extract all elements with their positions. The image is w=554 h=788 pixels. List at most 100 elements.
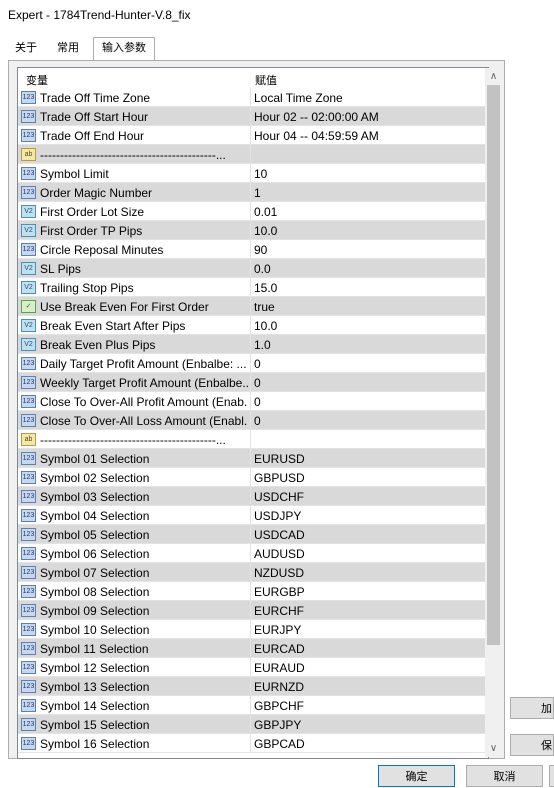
parameter-value[interactable]: EURAUD (254, 661, 305, 675)
tab-about[interactable]: 关于 (12, 39, 40, 58)
parameter-value[interactable]: true (254, 300, 275, 314)
parameter-row[interactable]: 123 Symbol 16 Selection GBPCAD (18, 734, 488, 753)
parameter-value[interactable]: GBPUSD (254, 471, 305, 485)
double-type-icon: V2 (21, 205, 36, 218)
number-type-icon: 123 (21, 414, 36, 427)
window-title: Expert - 1784Trend-Hunter-V.8_fix (8, 8, 191, 22)
parameter-value[interactable]: 0 (254, 395, 261, 409)
parameter-row[interactable]: 123 Circle Reposal Minutes 90 (18, 240, 488, 259)
parameter-name: Symbol 06 Selection (40, 547, 150, 561)
column-divider (250, 525, 251, 543)
parameter-row[interactable]: 123 Weekly Target Profit Amount (Enbalbe.… (18, 373, 488, 392)
parameter-value[interactable]: GBPCHF (254, 699, 304, 713)
parameter-value[interactable]: 10 (254, 167, 267, 181)
parameter-row[interactable]: 123 Symbol 09 Selection EURCHF (18, 601, 488, 620)
parameter-value[interactable]: 0.01 (254, 205, 277, 219)
load-button[interactable]: 加 (510, 697, 554, 719)
ok-button[interactable]: 确定 (378, 765, 455, 787)
parameter-row[interactable]: 123 Trade Off End Hour Hour 04 -- 04:59:59… (18, 126, 488, 145)
cancel-button[interactable]: 取消 (466, 765, 543, 787)
parameter-value[interactable]: Hour 04 -- 04:59:59 AM (254, 129, 379, 143)
parameter-row[interactable]: V2 Break Even Plus Pips 1.0 (18, 335, 488, 354)
parameter-value[interactable]: EURUSD (254, 452, 305, 466)
parameter-row[interactable]: V2 First Order TP Pips 10.0 (18, 221, 488, 240)
parameter-value[interactable]: 1.0 (254, 338, 271, 352)
column-header-value[interactable]: 赋值 (255, 72, 277, 88)
parameter-value[interactable]: GBPCAD (254, 737, 305, 751)
parameter-row[interactable]: ab --------------------------------------… (18, 145, 488, 164)
parameter-row[interactable]: 123 Symbol 04 Selection USDJPY (18, 506, 488, 525)
parameter-value[interactable]: USDCAD (254, 528, 305, 542)
parameter-row[interactable]: V2 First Order Lot Size 0.01 (18, 202, 488, 221)
parameter-name: First Order Lot Size (40, 205, 145, 219)
parameter-row[interactable]: 123 Daily Target Profit Amount (Enbalbe: … (18, 354, 488, 373)
parameter-value[interactable]: 0 (254, 357, 261, 371)
number-type-icon: 123 (21, 471, 36, 484)
parameter-row[interactable]: 123 Symbol 11 Selection EURCAD (18, 639, 488, 658)
help-button[interactable] (549, 765, 554, 787)
column-header-variable[interactable]: 变量 (26, 72, 48, 88)
parameter-row[interactable]: V2 Break Even Start After Pips 10.0 (18, 316, 488, 335)
parameter-value[interactable]: 90 (254, 243, 267, 257)
column-divider (250, 658, 251, 676)
column-divider (250, 126, 251, 144)
scroll-thumb[interactable] (487, 85, 500, 645)
parameter-value[interactable]: 0.0 (254, 262, 271, 276)
parameter-value[interactable]: 10.0 (254, 224, 277, 238)
parameter-value[interactable]: EURJPY (254, 623, 301, 637)
parameter-value[interactable]: 15.0 (254, 281, 277, 295)
parameter-value[interactable]: GBPJPY (254, 718, 301, 732)
parameter-row[interactable]: 123 Close To Over-All Loss Amount (Enabl.… (18, 411, 488, 430)
parameter-row[interactable]: V2 SL Pips 0.0 (18, 259, 488, 278)
tab-inputs[interactable]: 输入参数 (93, 37, 155, 60)
tab-common[interactable]: 常用 (48, 39, 88, 58)
parameter-value[interactable]: EURCHF (254, 604, 304, 618)
parameter-row[interactable]: 123 Symbol 15 Selection GBPJPY (18, 715, 488, 734)
column-divider (250, 734, 251, 752)
parameter-row[interactable]: 123 Close To Over-All Profit Amount (Enab… (18, 392, 488, 411)
parameter-name: Symbol 01 Selection (40, 452, 150, 466)
parameter-row[interactable]: 123 Symbol 10 Selection EURJPY (18, 620, 488, 639)
parameter-value[interactable]: EURGBP (254, 585, 305, 599)
save-button[interactable]: 保 (510, 734, 554, 756)
parameter-row[interactable]: 123 Symbol 14 Selection GBPCHF (18, 696, 488, 715)
parameter-row[interactable]: 123 Symbol 06 Selection AUDUSD (18, 544, 488, 563)
parameter-value[interactable]: 0 (254, 376, 261, 390)
parameter-value[interactable]: 10.0 (254, 319, 277, 333)
parameter-value[interactable]: USDJPY (254, 509, 301, 523)
column-divider (250, 544, 251, 562)
parameter-value[interactable]: USDCHF (254, 490, 304, 504)
scroll-down-icon[interactable]: ∨ (485, 740, 502, 757)
parameter-value[interactable]: NZDUSD (254, 566, 304, 580)
parameter-row[interactable]: 123 Order Magic Number 1 (18, 183, 488, 202)
grid-header: 变量 赋值 (18, 68, 488, 88)
parameter-row[interactable]: 123 Trade Off Time Zone Local Time Zone (18, 88, 488, 107)
scroll-up-icon[interactable]: ∧ (485, 68, 502, 85)
parameter-row[interactable]: 123 Symbol 03 Selection USDCHF (18, 487, 488, 506)
parameter-row[interactable]: 123 Trade Off Start Hour Hour 02 -- 02:00:… (18, 107, 488, 126)
parameter-value[interactable]: EURNZD (254, 680, 304, 694)
parameter-value[interactable]: Local Time Zone (254, 91, 343, 105)
parameter-value[interactable]: Hour 02 -- 02:00:00 AM (254, 110, 379, 124)
parameter-row[interactable]: 123 Symbol 12 Selection EURAUD (18, 658, 488, 677)
parameter-row[interactable]: 123 Symbol 02 Selection GBPUSD (18, 468, 488, 487)
parameter-name: First Order TP Pips (40, 224, 143, 238)
number-type-icon: 123 (21, 110, 36, 123)
vertical-scrollbar[interactable]: ∧ ∨ (485, 68, 502, 757)
number-type-icon: 123 (21, 91, 36, 104)
parameter-row[interactable]: ab --------------------------------------… (18, 430, 488, 449)
parameter-row[interactable]: 123 Symbol 07 Selection NZDUSD (18, 563, 488, 582)
parameter-row[interactable]: 123 Symbol 05 Selection USDCAD (18, 525, 488, 544)
parameter-row[interactable]: 123 Symbol 01 Selection EURUSD (18, 449, 488, 468)
parameter-row[interactable]: 123 Symbol Limit 10 (18, 164, 488, 183)
parameter-row[interactable]: ✓ Use Break Even For First Order true (18, 297, 488, 316)
parameter-row[interactable]: 123 Symbol 13 Selection EURNZD (18, 677, 488, 696)
parameter-value[interactable]: EURCAD (254, 642, 305, 656)
number-type-icon: 123 (21, 642, 36, 655)
parameter-row[interactable]: 123 Symbol 08 Selection EURGBP (18, 582, 488, 601)
parameter-row[interactable]: V2 Trailing Stop Pips 15.0 (18, 278, 488, 297)
parameter-value[interactable]: AUDUSD (254, 547, 305, 561)
number-type-icon: 123 (21, 680, 36, 693)
parameter-value[interactable]: 0 (254, 414, 261, 428)
parameter-value[interactable]: 1 (254, 186, 261, 200)
